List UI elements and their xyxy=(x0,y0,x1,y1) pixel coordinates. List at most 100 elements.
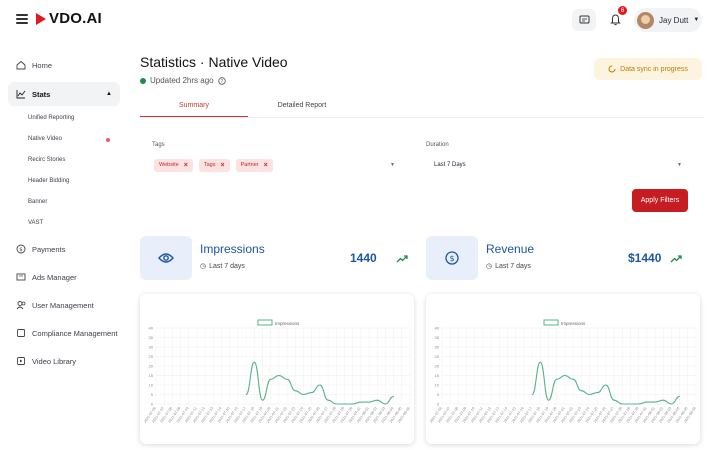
y-tick-label: 35 xyxy=(149,335,154,340)
data-point xyxy=(630,403,631,405)
y-tick-label: 10 xyxy=(435,383,440,388)
tab-divider xyxy=(140,117,704,118)
updated-status: Updated 2hrs ago ? xyxy=(140,76,226,85)
bell-icon xyxy=(609,14,621,26)
compliance-icon xyxy=(17,329,25,337)
duration-label: Duration xyxy=(426,142,449,148)
top-bar: VDO.AI 6 Jay Dutt ▼ xyxy=(0,0,720,40)
y-tick-label: 0 xyxy=(151,402,154,407)
tags-label: Tags xyxy=(152,142,165,148)
y-tick-label: 40 xyxy=(435,326,440,331)
close-icon[interactable]: × xyxy=(221,162,225,169)
sidebar-subitem-vast[interactable]: VAST xyxy=(28,220,43,226)
ads-icon xyxy=(16,273,26,281)
chevron-up-icon: ▲ xyxy=(106,91,112,97)
sidebar-item-stats[interactable]: Stats ▲ xyxy=(8,82,120,106)
data-point xyxy=(344,403,345,405)
tag-label: Tags xyxy=(203,162,216,168)
tab-summary[interactable]: Summary xyxy=(140,96,248,118)
close-icon[interactable]: × xyxy=(264,162,268,169)
revenue-chart-card: Impressions 0 5 10 15 20 25 30 35 40 2021-07-06 202… xyxy=(426,294,700,444)
period-text: Last 7 days xyxy=(209,262,245,270)
sidebar-item-label: Stats xyxy=(32,89,51,99)
sidebar-item-ads-manager[interactable]: Ads Manager xyxy=(8,268,120,286)
caret-down-icon: ▼ xyxy=(677,162,682,168)
active-dot xyxy=(106,138,110,142)
messages-button[interactable] xyxy=(572,9,596,31)
sidebar-item-home[interactable]: Home xyxy=(8,56,120,74)
data-point xyxy=(662,399,664,401)
main-content: Statistics · Native Video Updated 2hrs a… xyxy=(128,40,720,450)
data-point xyxy=(605,384,607,386)
sidebar-subitem-unified-reporting[interactable]: Unified Reporting xyxy=(28,115,74,121)
impressions-chart: Impressions05101520253035402021-07-06202… xyxy=(143,319,411,424)
user-name: Jay Dutt xyxy=(659,15,689,25)
logo[interactable]: VDO.AI xyxy=(36,10,102,27)
sidebar-subitem-header-bidding[interactable]: Header Bidding xyxy=(28,178,69,184)
tab-detailed-report[interactable]: Detailed Report xyxy=(248,96,356,118)
legend-swatch xyxy=(257,319,273,326)
data-point xyxy=(368,401,370,403)
sidebar-item-user-management[interactable]: User Management xyxy=(8,296,120,314)
revenue-chart: Impressions05101520253035402021-07-06202… xyxy=(429,319,697,424)
legend-label: Impressions xyxy=(561,321,586,326)
svg-text:$: $ xyxy=(449,254,454,263)
notifications-button[interactable]: 6 xyxy=(603,6,627,31)
home-icon xyxy=(16,60,26,70)
data-point xyxy=(572,378,574,380)
user-menu[interactable]: Jay Dutt ▼ xyxy=(634,8,702,32)
y-tick-label: 35 xyxy=(435,335,440,340)
trending-up-icon xyxy=(670,255,682,263)
sidebar-item-label: User Management xyxy=(32,300,94,310)
menu-icon[interactable] xyxy=(16,14,28,24)
info-icon[interactable]: ? xyxy=(217,76,226,85)
data-point xyxy=(556,378,558,380)
impressions-chart-card: Impressions 0 5 10 15 20 25 30 35 40 2021-07-06 202… xyxy=(140,294,414,444)
trending-up-icon xyxy=(396,255,408,263)
data-point xyxy=(613,399,615,401)
revenue-card: $ Revenue ◷ Last 7 days $1440 xyxy=(426,236,698,280)
data-point xyxy=(679,396,681,397)
sidebar-subitem-banner[interactable]: Banner xyxy=(28,199,47,205)
tags-select[interactable]: Website × Tags × Partner × ▼ xyxy=(154,154,398,176)
video-icon xyxy=(17,357,25,365)
sidebar-subitem-native-video[interactable]: Native Video xyxy=(28,136,62,142)
data-point xyxy=(303,394,304,395)
y-tick-label: 40 xyxy=(149,326,154,331)
data-point xyxy=(352,403,354,405)
revenue-value: $1440 xyxy=(628,251,662,265)
data-point xyxy=(539,361,541,363)
sidebar-item-label: Video Library xyxy=(32,356,77,366)
data-point xyxy=(311,392,313,393)
y-tick-label: 5 xyxy=(437,392,440,397)
data-point xyxy=(621,403,623,405)
data-point xyxy=(327,399,329,401)
y-tick-label: 25 xyxy=(435,354,440,359)
tag-label: Partner xyxy=(240,162,259,168)
tag-chip[interactable]: Tags × xyxy=(198,158,230,172)
sidebar-item-label: Home xyxy=(32,60,53,70)
legend-swatch xyxy=(543,319,559,326)
close-icon[interactable]: × xyxy=(184,162,188,169)
y-tick-label: 30 xyxy=(149,345,154,350)
tag-chip[interactable]: Website × xyxy=(154,158,193,172)
data-point xyxy=(294,390,296,392)
sidebar-item-video-library[interactable]: Video Library xyxy=(8,352,120,370)
svg-text:?: ? xyxy=(220,79,223,85)
data-point xyxy=(597,392,599,393)
sync-badge: Data sync in progress xyxy=(594,58,702,80)
sync-text: Data sync in progress xyxy=(620,65,688,73)
tag-label: Website xyxy=(159,162,179,168)
apply-filters-button[interactable]: Apply Filters xyxy=(632,189,688,212)
chart-icon xyxy=(16,90,26,99)
page-title: Statistics · Native Video xyxy=(140,54,288,70)
sidebar-item-payments[interactable]: $ Payments xyxy=(8,240,120,258)
sidebar-item-compliance-management[interactable]: Compliance Management xyxy=(8,324,120,342)
y-tick-label: 20 xyxy=(149,364,154,369)
sidebar-item-label: Ads Manager xyxy=(32,272,77,282)
duration-select[interactable]: Last 7 Days ▼ xyxy=(434,154,686,176)
message-icon xyxy=(579,15,589,24)
sidebar-subitem-recirc-stories[interactable]: Recirc Stories xyxy=(28,157,65,163)
updated-text: Updated 2hrs ago xyxy=(150,76,214,85)
tag-chip[interactable]: Partner × xyxy=(235,158,273,172)
